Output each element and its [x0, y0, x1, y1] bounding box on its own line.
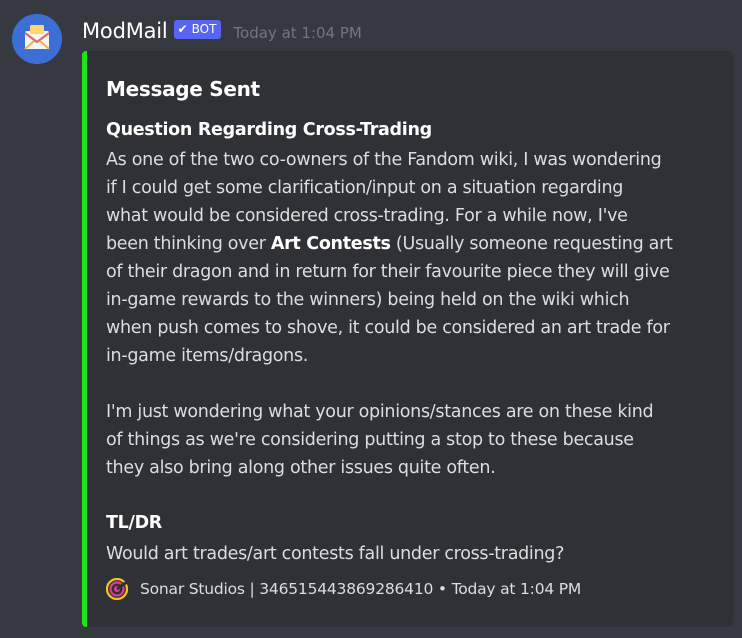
embed-footer: Sonar Studios | 346515443869286410 • Tod… [106, 576, 581, 602]
footer-text: Sonar Studios | 346515443869286410 • Tod… [140, 580, 582, 598]
text-line: of things as we're considering putting a… [106, 430, 634, 450]
username[interactable]: ModMail [82, 19, 168, 43]
field-name-tldr: TL/DR [106, 513, 162, 533]
message-timestamp[interactable]: Today at 1:04 PM [233, 24, 361, 42]
embed: Message Sent Question Regarding Cross-Tr… [82, 51, 733, 627]
text-line: when push comes to shove, it could be co… [106, 318, 670, 338]
embed-title: Message Sent [106, 77, 260, 101]
field-value-tldr: Would art trades/art contests fall under… [106, 540, 716, 568]
bold-text-art-contests: Art Contests [270, 234, 391, 254]
text-line: in-game rewards to the winners) being he… [106, 290, 630, 310]
text-segment: been thinking over [106, 234, 271, 254]
text-line: in-game items/dragons. [106, 346, 309, 366]
text-line: Would art trades/art contests fall under… [106, 544, 565, 564]
sonar-studios-logo-icon [106, 578, 128, 600]
text-line: been thinking over Art Contests (Usually… [106, 230, 716, 258]
field-value-question: As one of the two co-owners of the Fando… [106, 146, 716, 482]
field-name-question: Question Regarding Cross-Trading [106, 120, 432, 140]
text-segment: (Usually someone requesting art [390, 234, 673, 254]
text-line: if I could get some clarification/input … [106, 178, 624, 198]
text-line: they also bring along other issues quite… [106, 458, 496, 478]
message-header: ModMail ✔ BOT Today at 1:04 PM [82, 14, 362, 48]
avatar[interactable] [12, 14, 62, 64]
bot-tag: ✔ BOT [173, 19, 222, 39]
checkmark-icon: ✔ [177, 22, 188, 36]
bot-tag-label: BOT [191, 22, 217, 36]
text-line: As one of the two co-owners of the Fando… [106, 150, 662, 170]
text-line: I'm just wondering what your opinions/st… [106, 402, 654, 422]
envelope-icon [12, 14, 62, 64]
text-line: of their dragon and in return for their … [106, 262, 670, 282]
text-line: what would be considered cross-trading. … [106, 206, 628, 226]
